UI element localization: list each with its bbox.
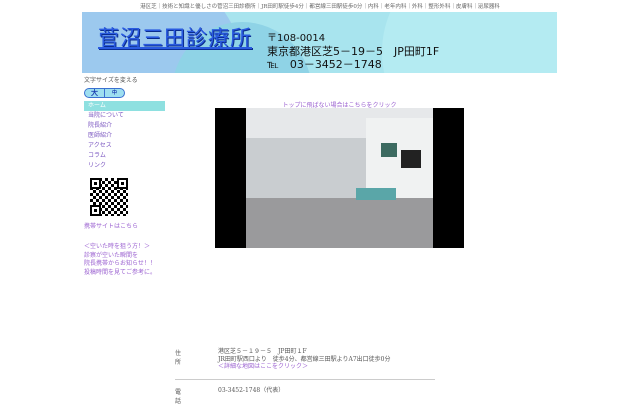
notice-line: 院長携帯からお知らせ！！	[84, 260, 156, 267]
postal-code: 〒108-0014	[267, 33, 326, 44]
nav-home[interactable]: ホーム	[84, 101, 165, 111]
mobile-site-link[interactable]: 携帯サイトはこちら	[84, 221, 138, 230]
site-header: 菅沼三田診療所 〒108-0014 東京都港区芝5－19－5 JP田町1F ℡ …	[82, 12, 557, 73]
font-size-toggle: 大 中	[84, 88, 125, 98]
top-keyword-bar: 港区芝｜技術と知識と優しさの菅沼三田診療所｜JR田町駅徒歩4分｜都営線三田駅徒歩…	[140, 4, 500, 10]
font-medium-button[interactable]: 中	[104, 89, 124, 97]
notice-line: 診察が空いた瞬間を	[84, 251, 139, 259]
phone-label: 電話	[175, 389, 182, 405]
nav-access[interactable]: アクセス	[84, 141, 165, 151]
address-line: JR田町駅西口より 徒歩4分、都営線三田駅よりA7出口徒歩0分	[218, 355, 391, 363]
address-label: 住所	[175, 350, 182, 366]
notice-line: 投稿時間を見てご参考に。	[84, 268, 157, 276]
nav-column[interactable]: コラム	[84, 151, 165, 161]
qr-code	[90, 178, 128, 216]
telephone: ℡ 03－3452－1748	[267, 58, 382, 71]
divider	[175, 379, 435, 380]
font-size-label: 文字サイズを変える	[84, 77, 138, 84]
nav-links[interactable]: リンク	[84, 161, 165, 171]
map-link[interactable]: ＜詳細な地図はここをクリック＞	[218, 363, 478, 371]
nav-doctors[interactable]: 医師紹介	[84, 131, 165, 141]
header-address: 〒108-0014 東京都港区芝5－19－5 JP田町1F ℡ 03－3452－…	[267, 32, 439, 71]
nav-director[interactable]: 院長紹介	[84, 121, 165, 131]
phone-number: 03-3452-1748（代表）	[218, 387, 285, 394]
clinic-interior-photo	[215, 108, 464, 248]
font-large-button[interactable]: 大	[85, 89, 104, 97]
nav-about[interactable]: 当院について	[84, 111, 165, 121]
address: 東京都港区芝5－19－5 JP田町1F	[267, 45, 440, 58]
address-line: 港区芝５－１９－５ JP田町１F	[218, 348, 307, 355]
sidebar-nav: ホーム 当院について 院長紹介 医師紹介 アクセス コラム リンク	[84, 101, 165, 171]
notice-line: ＜空いた時を狙う方！＞	[84, 243, 151, 250]
notice-text: ＜空いた時を狙う方！＞ 診察が空いた瞬間を 院長携帯からお知らせ！！ 投稿時間を…	[84, 243, 156, 277]
clinic-logo[interactable]: 菅沼三田診療所	[98, 22, 252, 52]
